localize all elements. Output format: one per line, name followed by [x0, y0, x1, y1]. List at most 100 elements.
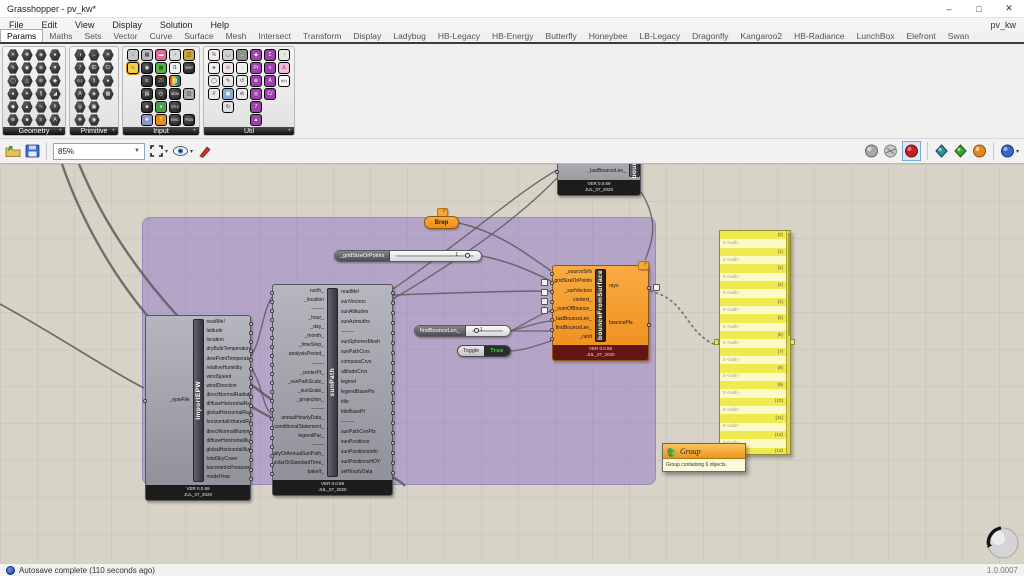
input-port[interactable]	[550, 309, 554, 313]
output-port-label[interactable]: legendBasePts	[341, 390, 375, 395]
util-20-icon[interactable]: ⊕	[250, 75, 262, 87]
output-port-label[interactable]: globalHorizontalIlluminance	[207, 448, 251, 453]
input-22-icon[interactable]: XYZ	[169, 101, 181, 113]
menu-display[interactable]: Display	[103, 20, 151, 30]
input-15-icon[interactable]: ◷	[155, 88, 167, 100]
input-port-label[interactable]: _hour_	[308, 316, 324, 321]
tab-maths[interactable]: Maths	[43, 30, 78, 42]
tab-hb-legacy[interactable]: HB-Legacy	[432, 30, 486, 42]
output-port-label[interactable]: diffuseHorizontalRadiation	[207, 402, 251, 407]
input-port[interactable]	[270, 472, 274, 476]
output-port[interactable]	[249, 349, 253, 353]
output-port-label[interactable]: -----------	[341, 330, 354, 335]
geometry-16-icon[interactable]: ∿	[35, 101, 47, 113]
input-7-icon[interactable]: ◉	[141, 62, 153, 74]
output-port-label[interactable]: globalHorizontalRadiation	[207, 411, 251, 416]
gem-blue-icon[interactable]: ▾	[1000, 141, 1019, 161]
primitive-10-icon[interactable]: ▣	[88, 101, 100, 113]
input-port-label[interactable]: bakeIt_	[308, 470, 324, 475]
input-port-label[interactable]: annualHourlyData_	[281, 416, 324, 421]
output-port-label[interactable]: sunPositionsInfo	[341, 450, 378, 455]
graft-icon[interactable]	[541, 289, 548, 296]
util-13-icon[interactable]: →	[236, 62, 248, 74]
output-port-label[interactable]: windDirection	[207, 384, 237, 389]
graft-icon[interactable]	[653, 284, 660, 291]
node-brep[interactable]: Brep	[424, 216, 459, 229]
input-port[interactable]	[270, 454, 274, 458]
geometry-11-icon[interactable]: ■	[21, 114, 33, 126]
tab-lb-legacy[interactable]: LB-Legacy	[633, 30, 686, 42]
output-port-label[interactable]: sunVectors	[341, 300, 366, 305]
geometry-19-icon[interactable]: ▼	[49, 62, 61, 74]
util-26-icon[interactable]: A	[264, 75, 276, 87]
redraw-pen-icon[interactable]	[197, 141, 212, 161]
output-port[interactable]	[391, 291, 395, 295]
menu-view[interactable]: View	[66, 20, 103, 30]
output-port-label[interactable]: altitudeCrvs	[341, 370, 367, 375]
output-port-label[interactable]: dryBulbTemperature	[207, 347, 251, 352]
node-name-bar[interactable]: sunPath	[327, 288, 338, 477]
input-10-icon[interactable]: ■	[141, 101, 153, 113]
input-20-icon[interactable]: ▥	[169, 75, 181, 87]
slider-track[interactable]: 1	[472, 330, 503, 332]
input-18-icon[interactable]: ◔	[169, 49, 181, 61]
output-port-label[interactable]: sunSpheresMesh	[341, 340, 380, 345]
input-port[interactable]	[270, 300, 274, 304]
input-port-label[interactable]: _solarOrStandardTime_	[273, 461, 324, 466]
input-port-label[interactable]: -----------	[311, 407, 324, 412]
slider-handle[interactable]	[465, 253, 470, 258]
util-32-icon[interactable]: f(x)	[278, 75, 290, 87]
tab-vector[interactable]: Vector	[107, 30, 143, 42]
util-2-icon[interactable]: ◯	[208, 75, 220, 87]
input-port-label[interactable]: _location	[304, 298, 324, 303]
primitive-15-icon[interactable]: ▦	[102, 88, 114, 100]
util-19-icon[interactable]: Pr	[250, 62, 262, 74]
output-port-label[interactable]: readMe!	[341, 290, 359, 295]
geometry-23-icon[interactable]: A	[49, 114, 61, 126]
output-port-label[interactable]: sunPositionsHOY	[341, 460, 380, 465]
input-port[interactable]	[550, 337, 554, 341]
util-3-icon[interactable]: //	[208, 88, 220, 100]
input-port-label[interactable]: _projection_	[297, 398, 324, 403]
util-25-icon[interactable]: x	[264, 62, 276, 74]
input-port-label[interactable]: _sourceSrfs	[565, 270, 592, 275]
output-port-label[interactable]: directNormalRadiation	[207, 393, 251, 398]
input-port-label[interactable]: _month_	[305, 334, 324, 339]
primitive-14-icon[interactable]: ●	[102, 75, 114, 87]
graft-icon[interactable]	[541, 307, 548, 314]
maximize-button[interactable]: □	[964, 0, 994, 17]
gem-red-icon[interactable]	[902, 141, 921, 161]
input-29-icon[interactable]: PDB	[183, 114, 195, 126]
geometry-0-icon[interactable]: ✕	[7, 49, 19, 61]
geometry-6-icon[interactable]: ✚	[21, 49, 33, 61]
input-port-label[interactable]: _centerPt_	[300, 371, 324, 376]
input-port-label[interactable]: _runIt	[579, 335, 592, 340]
input-port-label[interactable]: legendPar_	[298, 434, 324, 439]
primitive-8-icon[interactable]: §	[88, 75, 100, 87]
node-name-bar[interactable]: bounceFromSurface	[595, 269, 606, 342]
output-port-label[interactable]: selHourlyData	[341, 470, 372, 475]
panel-scrollbar-thumb[interactable]	[788, 233, 791, 336]
geometry-12-icon[interactable]: ◈	[35, 49, 47, 61]
geometry-3-icon[interactable]: ●	[7, 88, 19, 100]
output-port[interactable]	[249, 477, 253, 481]
primitive-11-icon[interactable]: ◉	[88, 114, 100, 126]
geometry-2-icon[interactable]: ◯	[7, 75, 19, 87]
input-port[interactable]	[550, 300, 554, 304]
input-port[interactable]	[270, 445, 274, 449]
input-16-icon[interactable]: ●	[155, 101, 167, 113]
node-name-bar[interactable]: bounce	[629, 164, 640, 177]
output-port-label[interactable]: modelYear	[207, 475, 231, 480]
input-port-label[interactable]: _sunVectors	[564, 289, 592, 294]
util-24-icon[interactable]: Σ	[264, 49, 276, 61]
tab-dragonfly[interactable]: Dragonfly	[686, 30, 734, 42]
node-name-bar[interactable]: ImportEPW	[193, 319, 204, 482]
tab-hb-radiance[interactable]: HB-Radiance	[788, 30, 851, 42]
output-port-label[interactable]: totalSkyCover	[207, 457, 238, 462]
tab-intersect[interactable]: Intersect	[252, 30, 297, 42]
primitive-13-icon[interactable]: C/	[102, 62, 114, 74]
geometry-4-icon[interactable]: ◆	[7, 101, 19, 113]
output-port-label[interactable]: sunAltitudes	[341, 310, 368, 315]
menu-file[interactable]: File	[0, 20, 33, 30]
input-port[interactable]	[550, 328, 554, 332]
